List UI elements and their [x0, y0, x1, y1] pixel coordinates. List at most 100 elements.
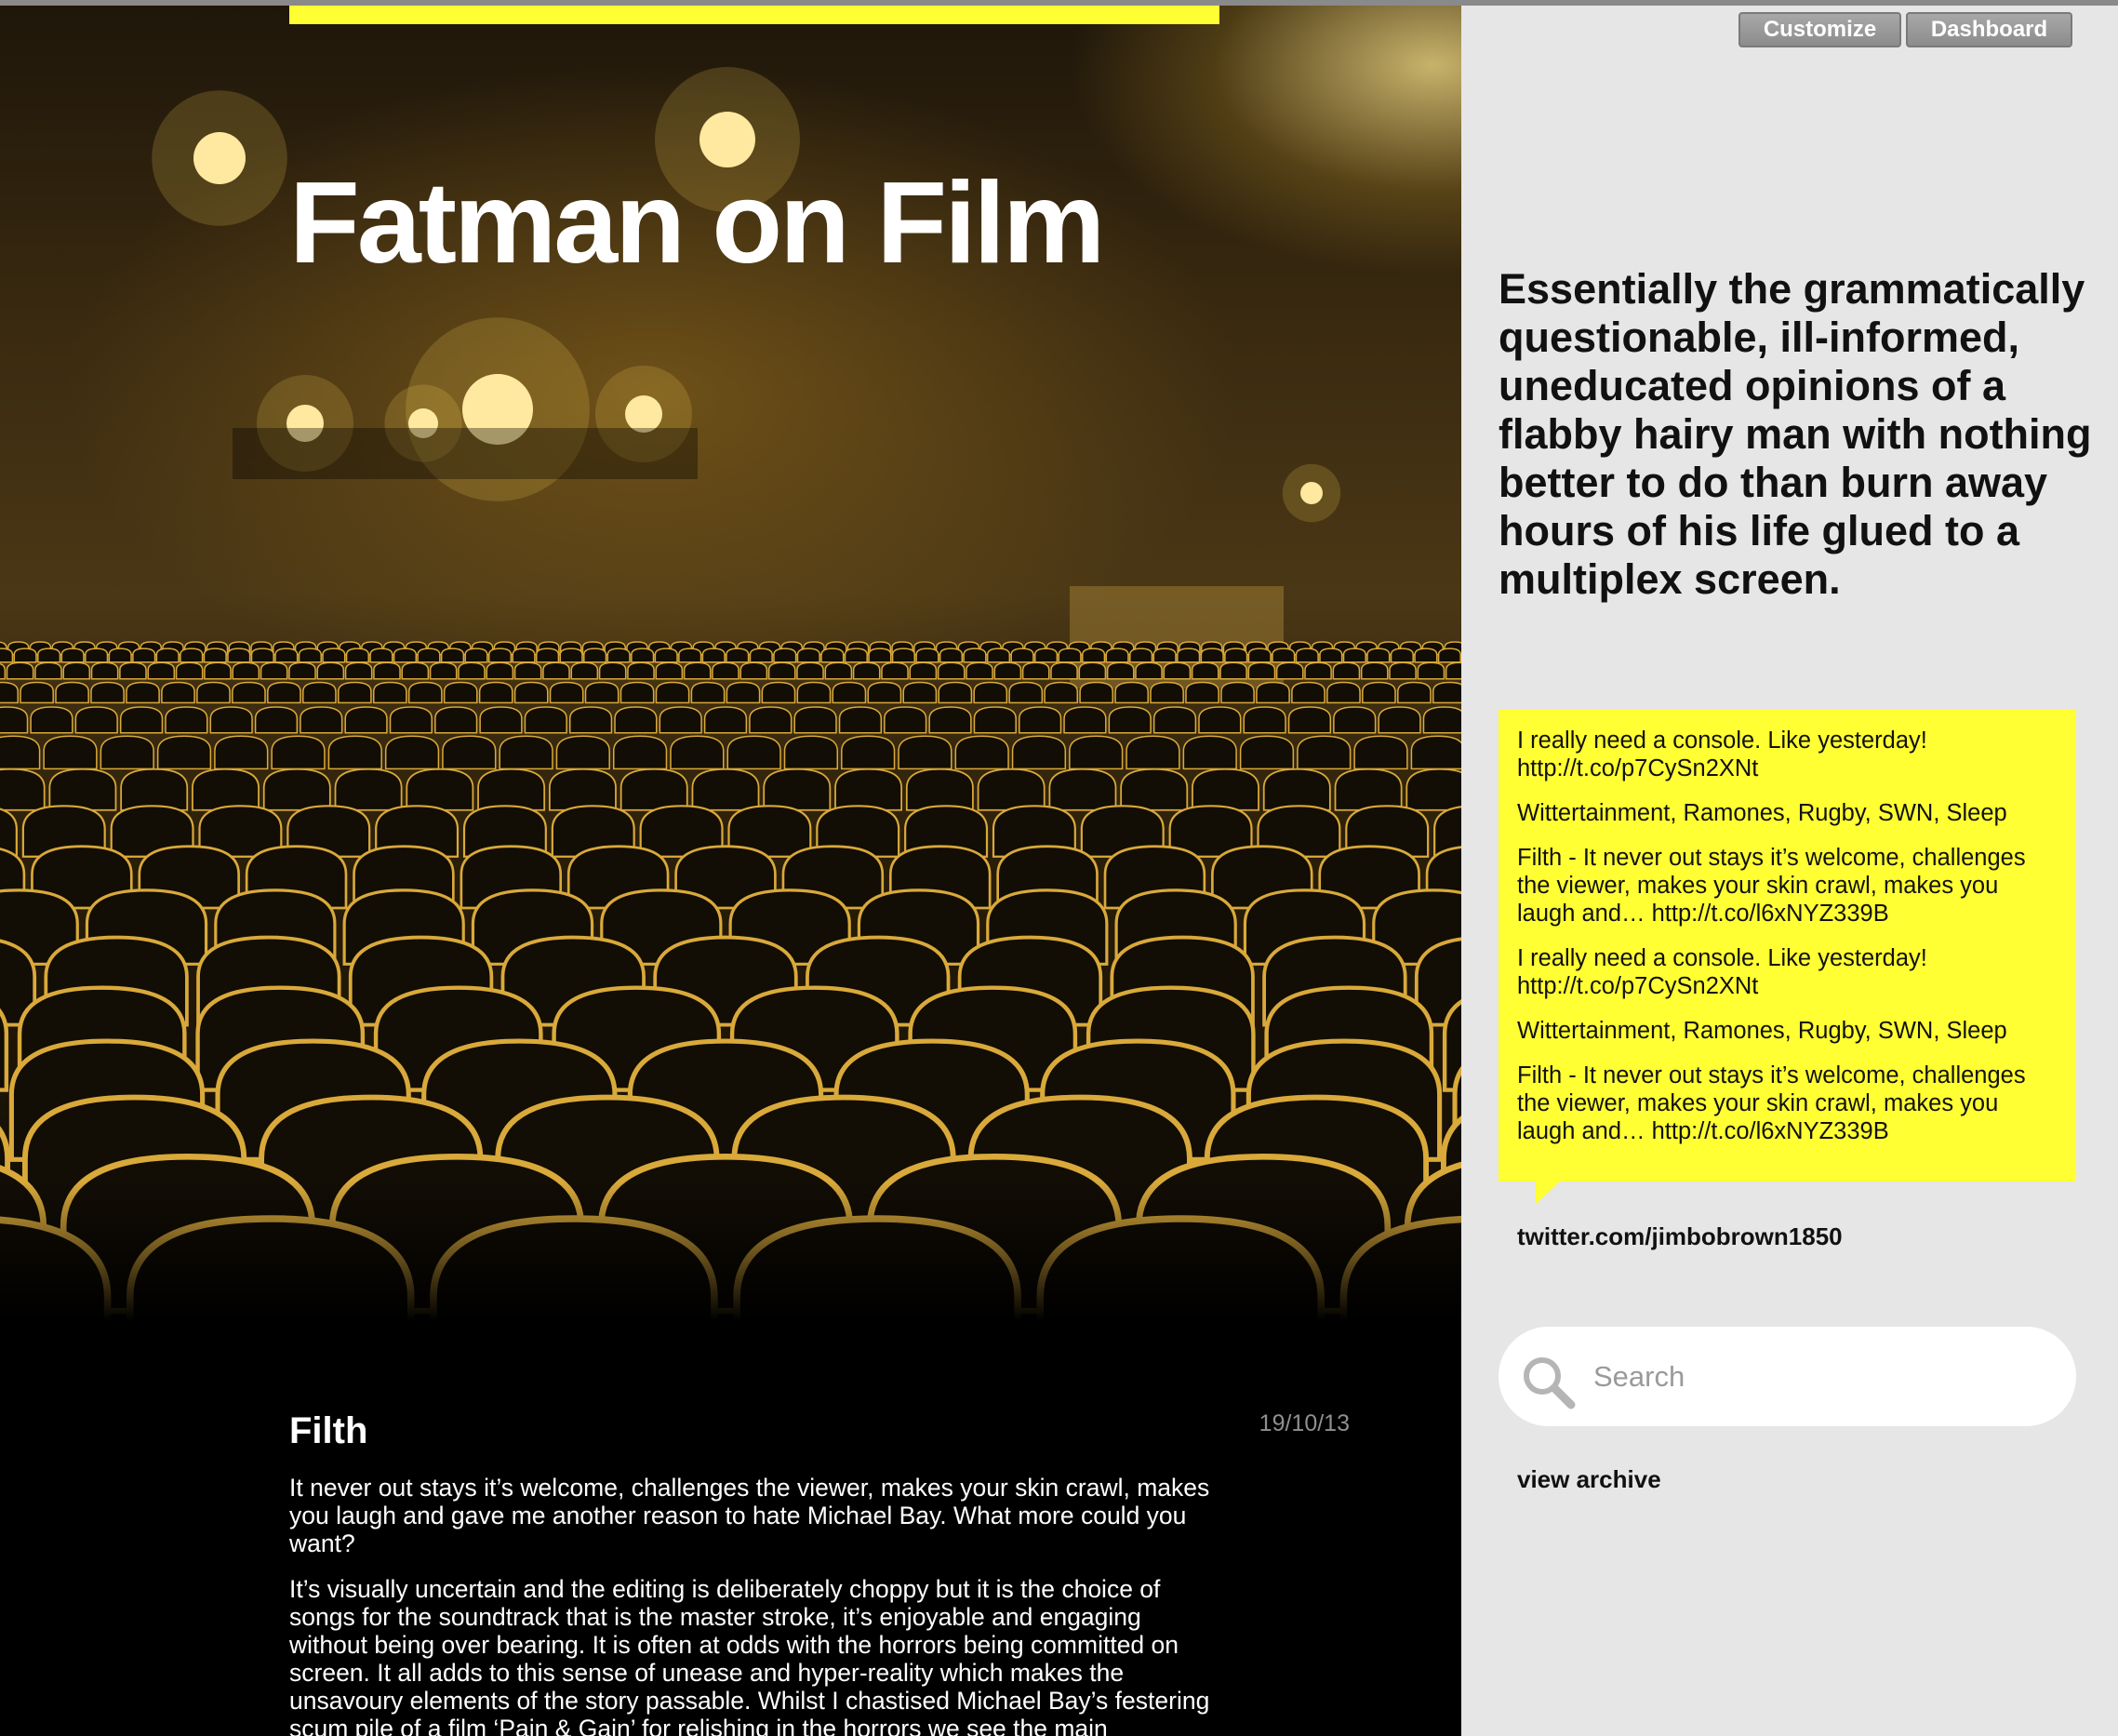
cinema-seat [0, 735, 41, 770]
cinema-seat [841, 735, 896, 770]
cinema-seat [85, 648, 109, 663]
search-icon[interactable] [1519, 1353, 1577, 1410]
cinema-seat [939, 648, 964, 663]
cinema-seat [703, 706, 748, 734]
cinema-seat [443, 681, 478, 704]
cinema-seat [1287, 706, 1332, 734]
projection-booth [233, 428, 698, 479]
ceiling-light [625, 395, 662, 433]
cinema-seat [429, 661, 458, 680]
cinema-seat [1129, 648, 1153, 663]
cinema-seat [820, 648, 845, 663]
cinema-seat [1422, 706, 1461, 734]
cinema-seat [100, 735, 154, 770]
cinema-seat [1397, 681, 1432, 704]
cinema-seat [372, 681, 407, 704]
cinema-seat [1198, 706, 1242, 734]
cinema-seat [796, 681, 832, 704]
dashboard-button[interactable]: Dashboard [1906, 12, 2072, 47]
tweet[interactable]: I really need a console. Like yesterday!… [1517, 944, 2058, 1000]
search-input[interactable] [1592, 1347, 2051, 1407]
tweet[interactable]: Filth - It never out stays it’s welcome,… [1517, 1062, 2058, 1145]
cinema-seat [512, 648, 536, 663]
cinema-seat [1021, 661, 1050, 680]
cinema-seat [384, 735, 440, 770]
cinema-seat [316, 661, 345, 680]
cinema-seat [499, 735, 553, 770]
cinema-seat [126, 681, 160, 704]
cinema-seat [793, 706, 837, 734]
cinema-seat [327, 735, 382, 770]
cinema-seat [691, 768, 760, 811]
post-paragraph: It’s visually uncertain and the editing … [289, 1575, 1210, 1736]
cinema-seat [1150, 681, 1184, 704]
cinema-seat [1079, 681, 1113, 704]
cinema-seat [298, 648, 322, 663]
cinema-seat [90, 681, 125, 704]
cinema-seat [260, 661, 288, 680]
cinema-seat [852, 661, 881, 680]
cinema-seat [345, 648, 369, 663]
cinema-seat [1405, 768, 1461, 811]
cinema-seat [655, 661, 684, 680]
cinema-seat [915, 648, 939, 663]
post-title[interactable]: Filth [289, 1412, 367, 1449]
cinema-seat [891, 648, 915, 663]
cinema-seat [1362, 681, 1396, 704]
cinema-seat [1334, 768, 1403, 811]
cinema-seat [232, 661, 260, 680]
site-title[interactable]: Fatman on Film [289, 166, 1105, 281]
cinema-seat [1106, 661, 1135, 680]
main-column: Fatman on Film Filth 19/10/13 It never o… [0, 0, 1461, 1736]
view-archive-link[interactable]: view archive [1517, 1465, 1661, 1494]
customize-button[interactable]: Customize [1738, 12, 1901, 47]
cinema-seat [1224, 648, 1248, 663]
cinema-seat [1319, 648, 1343, 663]
cinema-seat [440, 648, 465, 663]
bottom-fade [0, 1182, 1461, 1321]
cinema-seat [1191, 661, 1219, 680]
cinema-seat [175, 661, 204, 680]
cinema-seat [1126, 735, 1180, 770]
cinema-seat [458, 661, 486, 680]
cinema-seat [1200, 648, 1224, 663]
cinema-seat [1078, 661, 1107, 680]
cinema-seat [909, 661, 938, 680]
browser-top-edge [0, 0, 2118, 6]
cinema-seat [1114, 681, 1149, 704]
cinema-seat [406, 768, 474, 811]
twitter-profile-link[interactable]: twitter.com/jimbobrown1850 [1517, 1222, 1843, 1251]
tweet[interactable]: Wittertainment, Ramones, Rugby, SWN, Sle… [1517, 1017, 2058, 1045]
cinema-seat [1239, 735, 1295, 770]
cinema-seat [417, 648, 441, 663]
cinema-seat [161, 681, 195, 704]
cinema-seat [619, 768, 688, 811]
search-box [1499, 1327, 2076, 1426]
cinema-seat [1108, 706, 1152, 734]
tweet[interactable]: Filth - It never out stays it’s welcome,… [1517, 844, 2058, 928]
cinema-seat [13, 648, 37, 663]
cinema-seat [749, 706, 793, 734]
cinema-seat [881, 661, 909, 680]
tweet[interactable]: I really need a console. Like yesterday!… [1517, 727, 2058, 782]
cinema-seat [513, 661, 542, 680]
cinema-seat [954, 735, 1009, 770]
cinema-seat [192, 768, 260, 811]
cinema-seat [659, 706, 702, 734]
accent-bar [289, 6, 1219, 24]
cinema-seat [986, 648, 1011, 663]
cinema-seat [844, 648, 868, 663]
tweet[interactable]: Wittertainment, Ramones, Rugby, SWN, Sle… [1517, 799, 2058, 827]
post-date[interactable]: 19/10/13 [1259, 1410, 1350, 1437]
cinema-seat [1185, 681, 1219, 704]
cinema-seat [726, 648, 750, 663]
cinema-seat [1008, 681, 1044, 704]
cinema-seat [654, 648, 678, 663]
cinema-seat [973, 681, 1008, 704]
cinema-seat [739, 661, 768, 680]
cinema-seat [120, 768, 189, 811]
cinema-seat [196, 681, 231, 704]
cinema-seat [1177, 648, 1201, 663]
cinema-seat [1432, 681, 1461, 704]
cinema-seat [655, 681, 690, 704]
